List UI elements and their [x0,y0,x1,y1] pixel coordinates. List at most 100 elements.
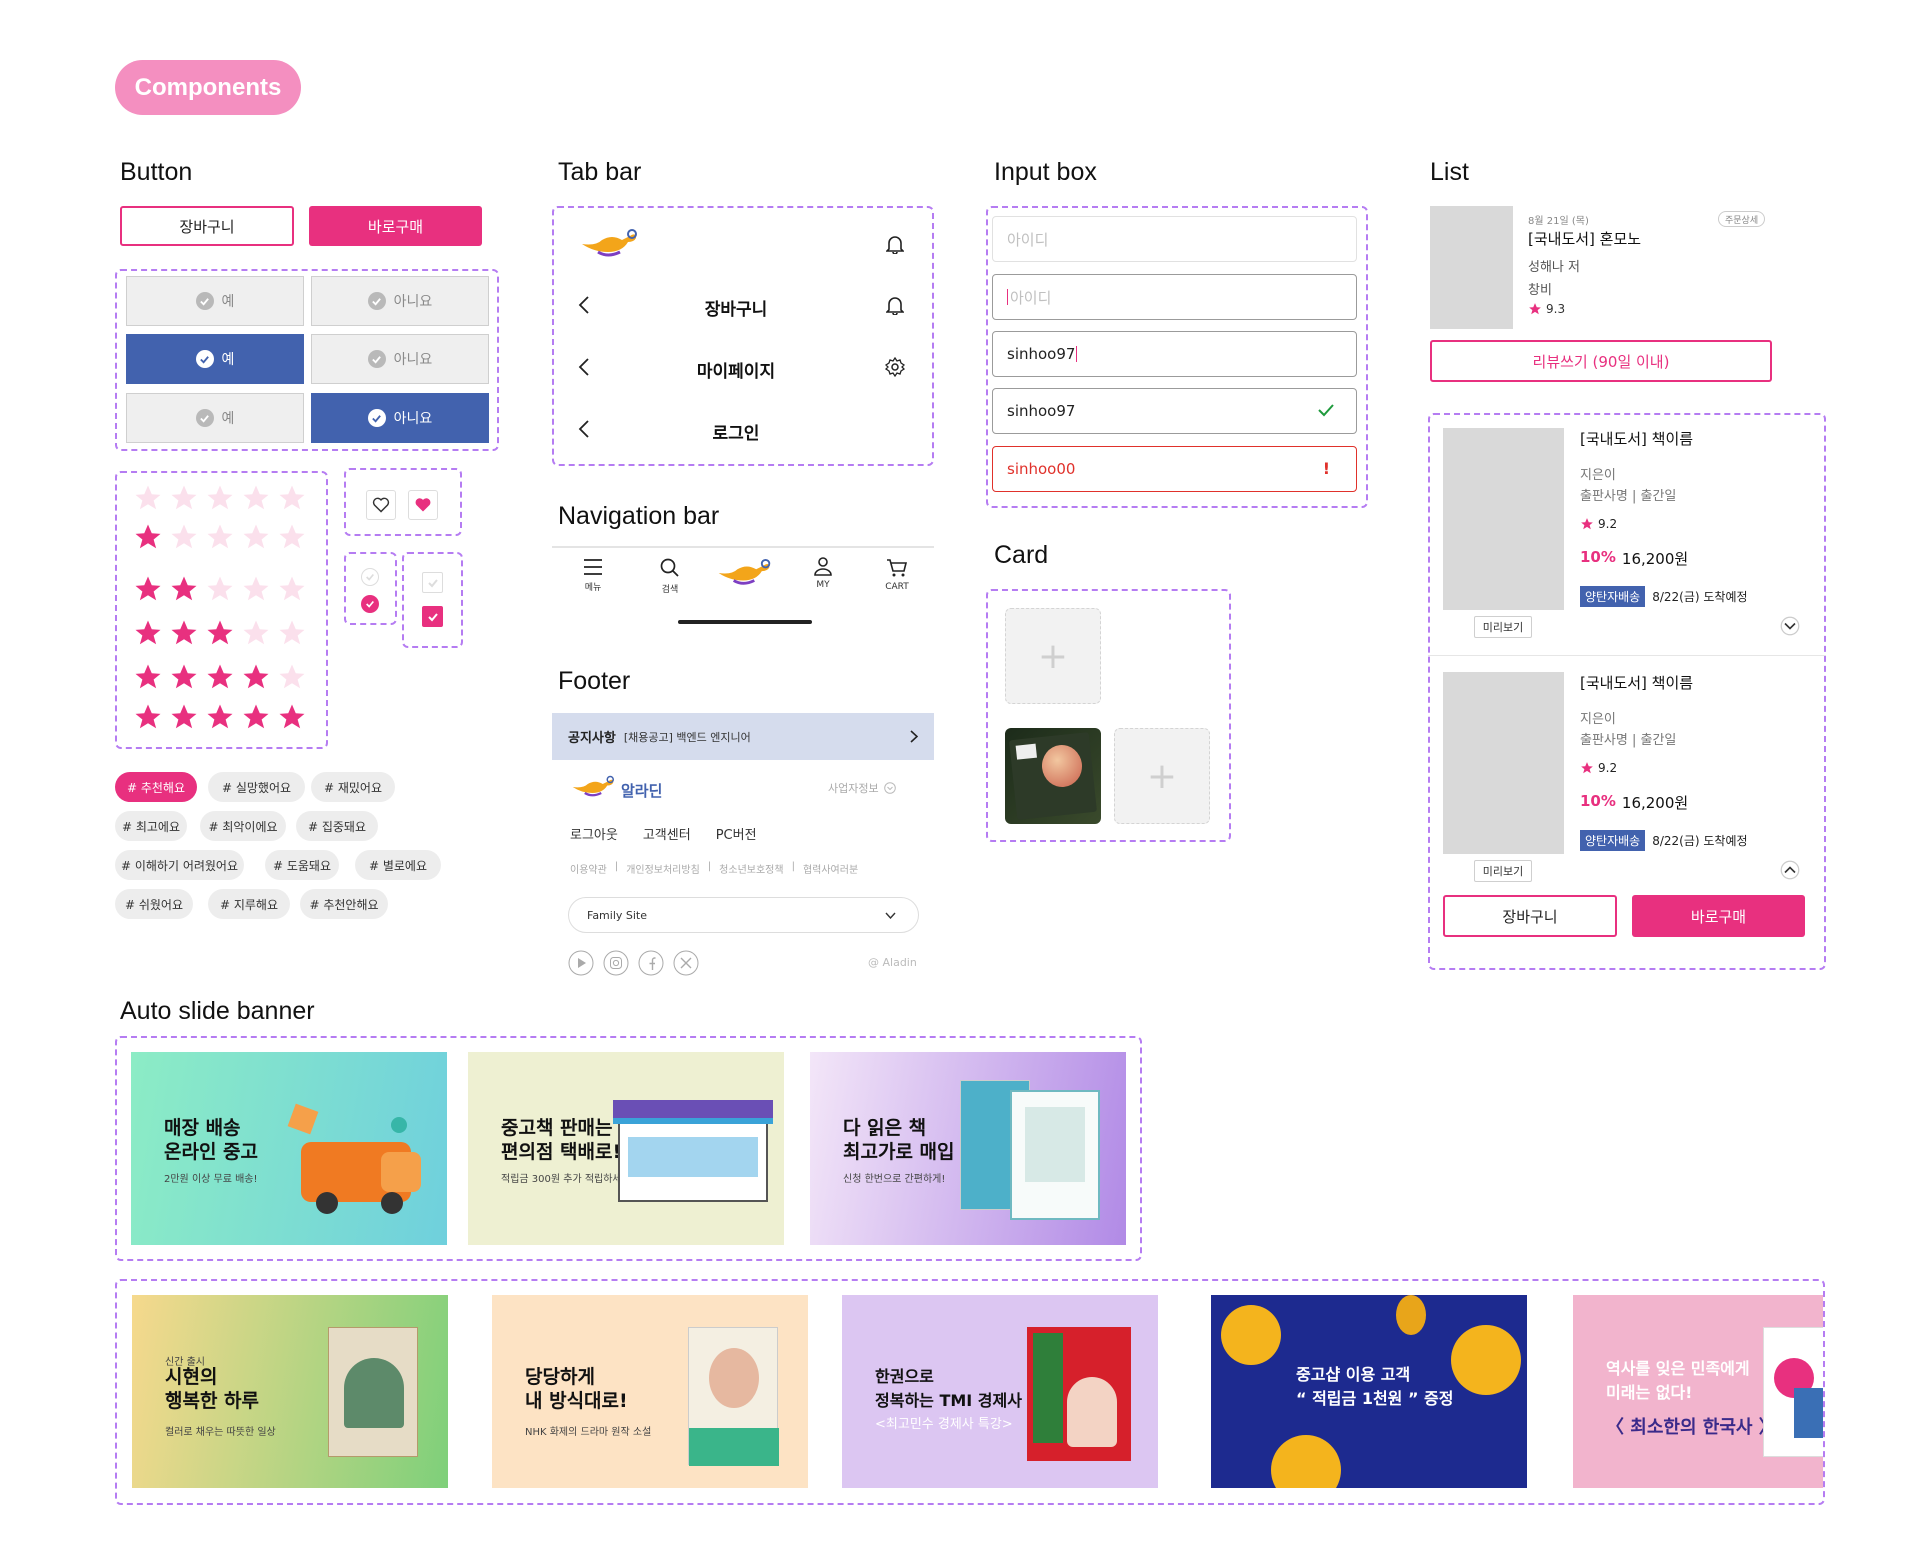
gear-icon[interactable] [885,357,905,377]
star-filled-icon[interactable] [169,574,199,604]
checkbox-checked[interactable] [422,606,443,627]
slide-banner[interactable]: 신간 출시 시현의 행복한 하루 컬러로 채우는 따뜻한 일상 [132,1295,448,1488]
family-site-select[interactable]: Family Site [568,897,919,933]
star-rating-row[interactable] [133,522,307,552]
star-empty-icon[interactable] [277,522,307,552]
star-empty-icon[interactable] [133,483,163,513]
star-empty-icon[interactable] [241,522,271,552]
review-tag[interactable]: # 이해하기 어려웠어요 [115,850,244,880]
radio-checked[interactable] [361,595,379,613]
chevron-up-icon[interactable] [1780,860,1800,880]
slide-banner[interactable]: 한권으로 정복하는 TMI 경제사 <최고민수 경제사 특강> [842,1295,1158,1488]
star-filled-icon[interactable] [169,702,199,732]
checkbox-unchecked[interactable] [422,572,443,593]
star-filled-icon[interactable] [133,662,163,692]
genie-lamp-logo[interactable] [568,775,618,799]
nav-item-menu[interactable]: 메뉴 [578,558,608,593]
slide-banner[interactable]: 역사를 잊은 민족에게 미래는 없다! 〈 최소한의 한국사 〉 [1573,1295,1823,1488]
star-filled-icon[interactable] [133,522,163,552]
id-input-valid[interactable]: sinhoo97 [992,388,1357,434]
write-review-button[interactable]: 리뷰쓰기 (90일 이내) [1430,340,1772,382]
star-empty-icon[interactable] [277,574,307,604]
star-empty-icon[interactable] [277,618,307,648]
review-tag[interactable]: # 도움돼요 [265,850,339,880]
yes-option-button[interactable]: 예 [126,276,304,326]
card-add-button[interactable]: + [1005,608,1101,704]
review-tag[interactable]: # 최악이에요 [200,811,286,841]
product-cart-button[interactable]: 장바구니 [1443,895,1617,937]
review-tag[interactable]: # 최고에요 [115,811,187,841]
star-empty-icon[interactable] [277,662,307,692]
buy-now-button[interactable]: 바로구매 [309,206,482,246]
nav-item-search[interactable]: 검색 [655,558,685,595]
star-filled-icon[interactable] [277,702,307,732]
star-filled-icon[interactable] [169,662,199,692]
star-filled-icon[interactable] [241,662,271,692]
genie-lamp-logo[interactable] [712,558,776,588]
no-option-button[interactable]: 아니요 [311,393,489,443]
back-icon[interactable] [578,357,590,377]
review-tag[interactable]: # 집중돼요 [296,811,378,841]
star-rating-row[interactable] [133,574,307,604]
star-rating-row[interactable] [133,483,307,513]
review-tag[interactable]: # 추천해요 [115,772,197,802]
id-input-error[interactable]: sinhoo00 ! [992,446,1357,492]
star-rating-row[interactable] [133,618,307,648]
star-empty-icon[interactable] [241,618,271,648]
review-tag[interactable]: # 추천안해요 [300,889,388,919]
star-empty-icon[interactable] [205,483,235,513]
back-icon[interactable] [578,295,590,315]
star-filled-icon[interactable] [133,618,163,648]
x-icon[interactable] [673,950,699,976]
star-filled-icon[interactable] [133,574,163,604]
bell-icon[interactable] [886,234,904,254]
review-tag[interactable]: # 재밌어요 [311,772,395,802]
nav-item-cart[interactable]: CART [880,558,914,592]
slide-banner[interactable]: 당당하게 내 방식대로! NHK 화제의 드라마 원작 소설 [492,1295,808,1488]
product-buy-button[interactable]: 바로구매 [1632,895,1805,937]
customer-center-link[interactable]: 고객센터 [643,824,691,843]
id-input-typing[interactable]: sinhoo97 [992,331,1357,377]
review-tag[interactable]: # 별로에요 [355,850,441,880]
star-rating-row[interactable] [133,702,307,732]
preview-button[interactable]: 미리보기 [1474,616,1532,638]
instagram-icon[interactable] [603,950,629,976]
star-empty-icon[interactable] [241,574,271,604]
no-option-button[interactable]: 아니요 [311,334,489,384]
radio-unchecked[interactable] [361,568,379,586]
star-empty-icon[interactable] [277,483,307,513]
order-detail-button[interactable]: 주문상세 [1718,211,1766,227]
slide-banner[interactable]: 중고샵 이용 고객 “ 적립금 1천원 ” 증정 [1211,1295,1527,1488]
slide-banner[interactable]: 매장 배송 온라인 중고 2만원 이상 무료 배송! [131,1052,447,1245]
no-option-button[interactable]: 아니요 [311,276,489,326]
review-tag[interactable]: # 실망했어요 [208,772,305,802]
id-input-focused[interactable]: 아이디 [992,274,1357,320]
back-icon[interactable] [578,419,590,439]
yes-option-button[interactable]: 예 [126,334,304,384]
star-empty-icon[interactable] [205,574,235,604]
chevron-down-icon[interactable] [1780,616,1800,636]
youtube-icon[interactable] [568,950,594,976]
business-info-toggle[interactable]: 사업자정보 [828,780,896,796]
star-empty-icon[interactable] [169,522,199,552]
privacy-link[interactable]: 개인정보처리방침 [626,861,700,876]
review-tag[interactable]: # 지루해요 [208,889,290,919]
youth-policy-link[interactable]: 청소년보호정책 [719,861,783,876]
logout-link[interactable]: 로그아웃 [570,824,618,843]
notice-bar[interactable]: 공지사항 [채용공고] 백엔드 엔지니어 [552,713,934,760]
star-empty-icon[interactable] [205,522,235,552]
heart-filled-button[interactable] [408,490,438,520]
review-tag[interactable]: # 쉬웠어요 [115,889,193,919]
nav-item-my[interactable]: MY [808,556,838,590]
partners-link[interactable]: 협력사여러분 [803,861,858,876]
star-filled-icon[interactable] [205,702,235,732]
card-book-image[interactable] [1005,728,1101,824]
terms-link[interactable]: 이용약관 [570,861,607,876]
bell-icon[interactable] [886,295,904,315]
cart-button[interactable]: 장바구니 [120,206,294,246]
preview-button[interactable]: 미리보기 [1474,860,1532,882]
star-filled-icon[interactable] [205,618,235,648]
slide-banner[interactable]: 중고책 판매는 편의점 택배로! 적립금 300원 추가 적립하세요 [468,1052,784,1245]
star-filled-icon[interactable] [133,702,163,732]
star-filled-icon[interactable] [241,702,271,732]
